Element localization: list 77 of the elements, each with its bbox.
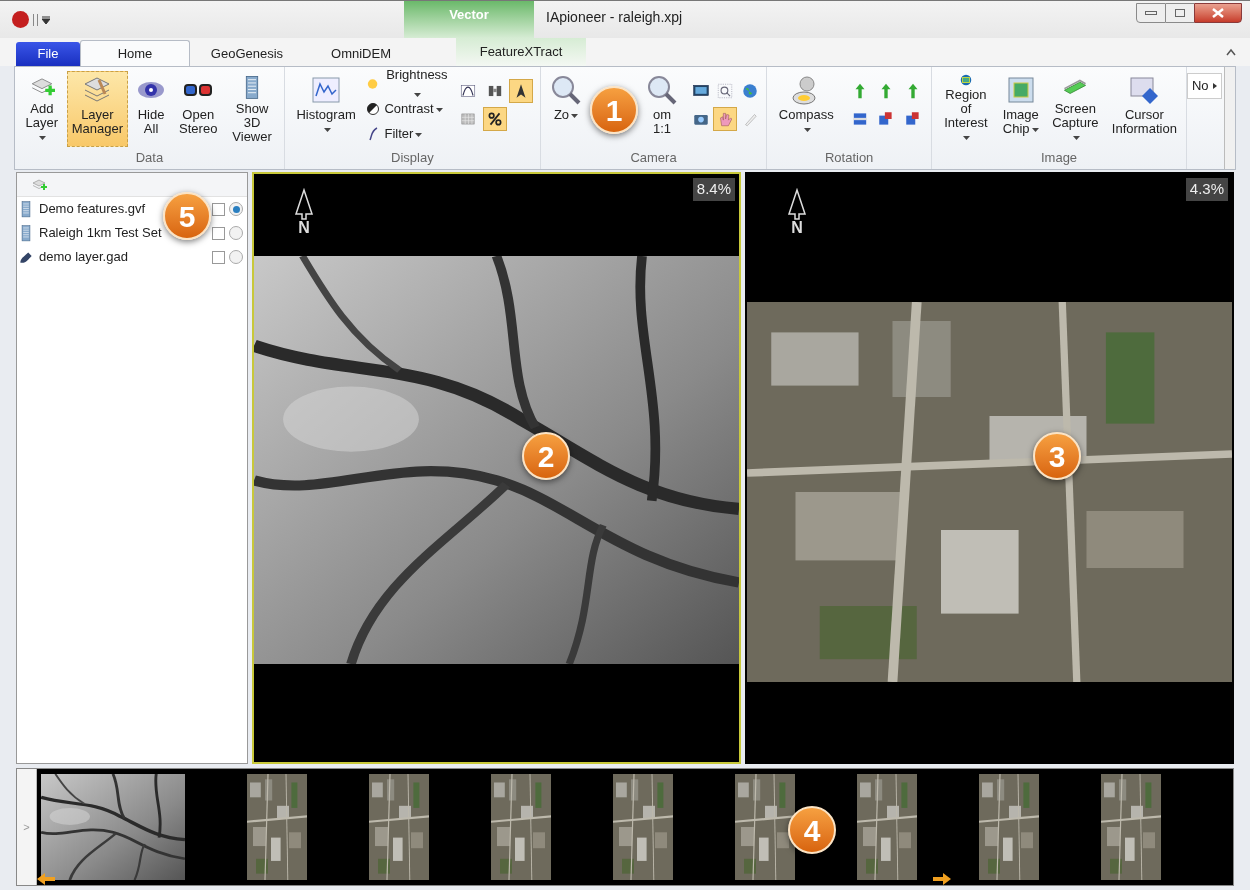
- ribbon-button[interactable]: Show 3D Viewer: [224, 71, 280, 147]
- arrow-right-icon: [1212, 83, 1217, 89]
- ribbon-icon-button[interactable]: [509, 79, 534, 103]
- ribbon-button[interactable]: Screen Capture: [1045, 71, 1105, 147]
- ribbon-group-label: Display: [390, 148, 435, 167]
- ribbon-menu-button[interactable]: Filter: [365, 123, 451, 145]
- caret-icon: [571, 113, 579, 118]
- collapse-ribbon-icon[interactable]: [1226, 48, 1236, 56]
- caret-icon: [414, 92, 422, 97]
- dropdown-icon[interactable]: [42, 15, 50, 24]
- ribbon-group-label: Data: [134, 148, 165, 167]
- caret-icon: [323, 127, 331, 132]
- globe-icon: [740, 82, 759, 100]
- ribbon-menu-button[interactable]: Contrast: [365, 98, 451, 120]
- magnifier-icon: [550, 74, 582, 106]
- ribbon-tab[interactable]: GeoGenesis: [190, 42, 304, 66]
- arrow-up-icon: [294, 188, 314, 220]
- minimize-button[interactable]: [1136, 3, 1166, 23]
- info-window-icon: [1128, 74, 1161, 106]
- quick-access-divider: [33, 13, 38, 26]
- north-label: N: [791, 220, 803, 236]
- caret-icon: [1031, 127, 1039, 132]
- layer-radio[interactable]: [229, 226, 243, 240]
- ribbon-tab[interactable]: File: [16, 42, 80, 66]
- arrow-up-icon: [787, 188, 807, 220]
- app-logo: [12, 11, 29, 28]
- zoom-box-icon: [716, 82, 735, 100]
- ribbon-button[interactable]: Add Layer: [19, 71, 65, 147]
- layer-radio[interactable]: [229, 202, 243, 216]
- ribbon-button[interactable]: Hide All: [130, 71, 173, 147]
- ribbon-tab[interactable]: Home: [80, 40, 190, 66]
- ribbon-button[interactable]: Open Stereo: [174, 71, 223, 147]
- window-title: IApioneer - raleigh.xpj: [546, 8, 683, 27]
- ribbon-button[interactable]: Cursor Information: [1106, 71, 1182, 147]
- close-icon: [1212, 8, 1224, 18]
- layer-name[interactable]: demo layer.gad: [39, 247, 128, 267]
- maximize-button[interactable]: [1166, 3, 1194, 23]
- contrast-icon: [365, 101, 382, 117]
- ribbon-button[interactable]: Image Chip: [997, 71, 1044, 147]
- ribbon-button[interactable]: Histogram: [288, 71, 364, 147]
- caret-icon: [963, 135, 971, 140]
- layer-checkbox[interactable]: [212, 250, 225, 264]
- curve-icon: [459, 82, 478, 100]
- layer-checkbox[interactable]: [212, 226, 225, 240]
- layer-radio[interactable]: [229, 250, 243, 264]
- caret-icon: [415, 132, 423, 137]
- caret-icon: [39, 135, 47, 140]
- magnifier-icon: [646, 74, 678, 106]
- layer-name[interactable]: Raleigh 1km Test Set: [39, 223, 162, 243]
- ribbon-button[interactable]: Layer Manager: [66, 71, 129, 147]
- ribbon-group-label: Camera: [629, 148, 678, 167]
- ribbon-tab[interactable]: OmniDEM: [304, 42, 418, 66]
- north-label: N: [298, 220, 310, 236]
- zoom-percentage: 4.3%: [1185, 178, 1228, 201]
- layer-checkbox[interactable]: [212, 202, 225, 216]
- ribbon-group-label: Rotation: [823, 148, 875, 167]
- arrow-right-icon[interactable]: [933, 873, 951, 885]
- ribbon-tab[interactable]: FeatureXTract: [456, 38, 586, 66]
- zoom-percentage: 8.4%: [692, 178, 735, 201]
- caret-icon: [435, 107, 443, 112]
- layer-name[interactable]: Demo features.gvf: [39, 199, 146, 219]
- ribbon-button[interactable]: Zo: [545, 71, 587, 147]
- ribbon-button[interactable]: Region of Interest: [936, 71, 996, 147]
- pattern-icon: [459, 110, 478, 128]
- ribbon-group-label: Image: [1039, 148, 1079, 167]
- histogram-icon: [310, 74, 343, 106]
- caret-icon: [803, 127, 811, 132]
- rotate-icon: [903, 110, 922, 128]
- ribbon-overflow-button[interactable]: No: [1186, 73, 1222, 99]
- flip-icon: [850, 110, 869, 128]
- context-group-label: Vector: [449, 6, 489, 24]
- caret-icon: [1072, 135, 1080, 140]
- arrow-left-icon[interactable]: [37, 873, 55, 885]
- ribbon-icon-button[interactable]: [482, 107, 507, 131]
- ribbon-button[interactable]: Compass: [771, 71, 842, 147]
- close-button[interactable]: [1194, 3, 1242, 23]
- ribbon-button[interactable]: om 1:1: [641, 71, 683, 147]
